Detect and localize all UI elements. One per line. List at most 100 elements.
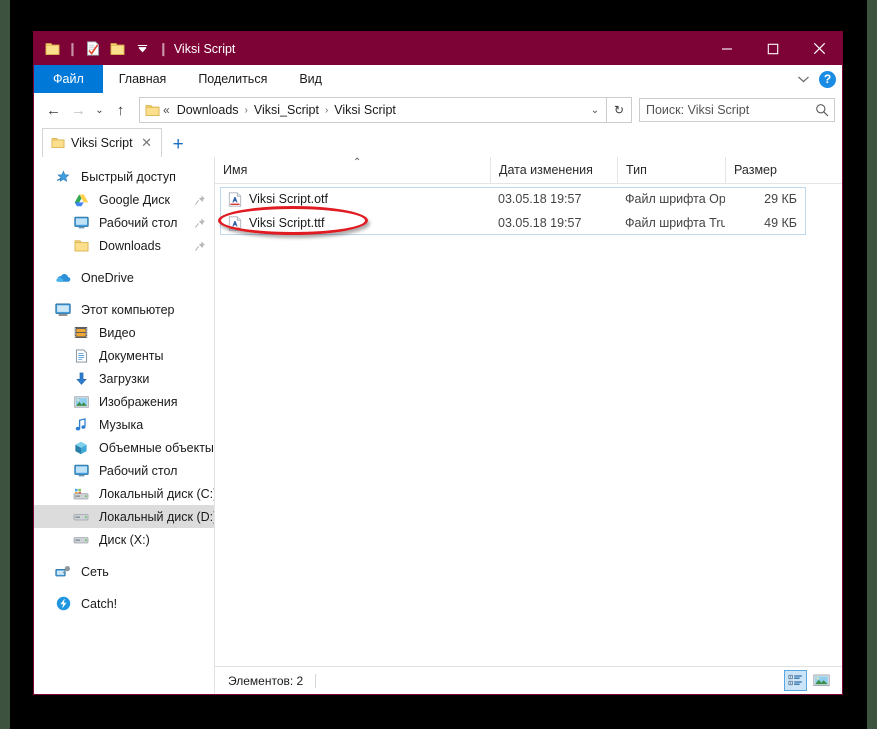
drive-icon (70, 535, 92, 545)
breadcrumb-separator-2[interactable]: › (321, 105, 332, 116)
address-bar: ← → ⌄ ↑ « Downloads › Viksi_Script › Vik… (34, 93, 842, 127)
sidebar-gap-3 (34, 551, 214, 560)
file-date-cell: 03.05.18 19:57 (498, 216, 582, 230)
desktop-right-edge (867, 0, 877, 729)
desktop-left-edge (0, 0, 10, 729)
sidebar-item-quick-access[interactable]: Быстрый доступ (34, 165, 214, 188)
sidebar-item-label: Загрузки (99, 371, 150, 386)
column-header-date[interactable]: Дата изменения (490, 157, 617, 183)
file-name-label: Viksi Script.otf (249, 192, 328, 206)
chevron-down-icon[interactable] (797, 75, 810, 84)
pin-icon[interactable] (194, 217, 206, 229)
sidebar-item-downloads[interactable]: Загрузки (34, 367, 214, 390)
minimize-button[interactable] (704, 32, 750, 65)
close-button[interactable] (796, 32, 842, 65)
pin-icon[interactable] (194, 240, 206, 252)
breadcrumb-item-viksi-script[interactable]: Viksi Script (332, 103, 398, 117)
column-header-type[interactable]: Тип (617, 157, 725, 183)
sidebar-item-label: Музыка (99, 417, 144, 432)
sidebar-item-onedrive[interactable]: OneDrive (34, 266, 214, 289)
tab-home[interactable]: Главная (103, 65, 183, 93)
tab-view[interactable]: Вид (283, 65, 338, 93)
sidebar-item-label: Быстрый доступ (81, 169, 176, 184)
search-icon[interactable] (810, 103, 834, 117)
folder-icon[interactable] (41, 38, 63, 60)
sidebar-item-local-disk-d[interactable]: Локальный диск (D:) (34, 505, 214, 528)
sidebar-item-label: Downloads (99, 238, 161, 253)
system-drive-icon (70, 488, 92, 500)
sidebar-item-network[interactable]: Сеть (34, 560, 214, 583)
table-row[interactable]: Viksi Script.ttf 03.05.18 19:57 Файл шри… (215, 211, 842, 235)
new-tab-button[interactable]: + (173, 135, 184, 154)
file-name-cell: Viksi Script.ttf (215, 215, 490, 231)
breadcrumb-overflow[interactable]: « (160, 103, 175, 117)
window-title: Viksi Script (173, 41, 236, 56)
sort-ascending-icon: ⌃ (353, 157, 362, 168)
sidebar-item-disk-x[interactable]: Диск (X:) (34, 528, 214, 551)
file-size-cell: 49 КБ (764, 216, 797, 230)
desktop-icon (70, 216, 92, 229)
new-folder-icon[interactable] (107, 38, 129, 60)
large-icons-view-button[interactable] (810, 670, 833, 691)
window-body: Быстрый доступ Google Диск Рабочий стол … (34, 157, 842, 694)
sidebar-item-downloads-quick[interactable]: Downloads (34, 234, 214, 257)
sidebar-gap-4 (34, 583, 214, 592)
sidebar-item-local-disk-c[interactable]: Локальный диск (C:) (34, 482, 214, 505)
sidebar-item-documents[interactable]: Документы (34, 344, 214, 367)
sidebar-item-music[interactable]: Музыка (34, 413, 214, 436)
maximize-button[interactable] (750, 32, 796, 65)
videos-icon (70, 326, 92, 339)
sidebar-item-videos[interactable]: Видео (34, 321, 214, 344)
qat-dropdown-icon[interactable] (132, 38, 154, 60)
font-file-icon (228, 215, 242, 231)
explorer-tab-viksi-script[interactable]: Viksi Script ✕ (42, 128, 162, 157)
column-header-size[interactable]: Размер (725, 157, 807, 183)
quick-access-toolbar: ❙ ❙ (34, 38, 170, 60)
sidebar-item-catch[interactable]: Catch! (34, 592, 214, 615)
sidebar-item-pictures[interactable]: Изображения (34, 390, 214, 413)
refresh-button[interactable]: ↻ (607, 97, 632, 123)
sidebar-item-google-drive[interactable]: Google Диск (34, 188, 214, 211)
back-button[interactable]: ← (41, 97, 66, 123)
table-row[interactable]: Viksi Script.otf 03.05.18 19:57 Файл шри… (215, 187, 842, 211)
breadcrumb-dropdown-icon[interactable]: ⌄ (584, 99, 606, 121)
sidebar-gap-1 (34, 257, 214, 266)
file-size-cell: 29 КБ (764, 192, 797, 206)
forward-button: → (71, 101, 86, 119)
search-input[interactable] (640, 102, 810, 118)
up-button[interactable]: ↑ (108, 97, 133, 123)
tab-folder-icon (51, 138, 65, 148)
file-list[interactable]: Viksi Script.otf 03.05.18 19:57 Файл шри… (215, 184, 842, 666)
window-controls (704, 32, 842, 65)
search-box[interactable] (639, 98, 835, 122)
sidebar-item-label: Локальный диск (D:) (99, 509, 215, 524)
tab-close-icon[interactable]: ✕ (139, 135, 155, 151)
status-separator (315, 673, 317, 688)
drive-icon (70, 512, 92, 522)
breadcrumb-item-downloads[interactable]: Downloads (175, 103, 241, 117)
sidebar-item-3d-objects[interactable]: Объемные объекты (34, 436, 214, 459)
sidebar-item-desktop-quick[interactable]: Рабочий стол (34, 211, 214, 234)
tab-share[interactable]: Поделиться (182, 65, 283, 93)
breadcrumb-separator-1[interactable]: › (241, 105, 252, 116)
google-drive-icon (70, 193, 92, 207)
tab-file[interactable]: Файл (34, 65, 103, 93)
properties-icon[interactable] (82, 38, 104, 60)
sidebar-item-label: Google Диск (99, 192, 170, 207)
sidebar-item-label: Catch! (81, 596, 118, 611)
sidebar-item-desktop[interactable]: Рабочий стол (34, 459, 214, 482)
file-name-label: Viksi Script.ttf (249, 216, 325, 230)
music-note-icon (70, 417, 92, 432)
catch-icon (52, 596, 74, 611)
sidebar-item-label: Объемные объекты (99, 440, 214, 455)
title-bar[interactable]: ❙ ❙ Viksi Script (34, 32, 842, 65)
pin-icon[interactable] (194, 194, 206, 206)
address-input[interactable]: « Downloads › Viksi_Script › Viksi Scrip… (139, 97, 607, 123)
sidebar-item-this-pc[interactable]: Этот компьютер (34, 298, 214, 321)
ribbon-right-controls: ? (797, 65, 836, 93)
breadcrumb-item-viksi-script-parent[interactable]: Viksi_Script (252, 103, 321, 117)
folder-icon (70, 239, 92, 253)
details-view-button[interactable] (784, 670, 807, 691)
recent-locations-button[interactable]: ⌄ (91, 97, 108, 123)
help-icon[interactable]: ? (819, 70, 836, 88)
